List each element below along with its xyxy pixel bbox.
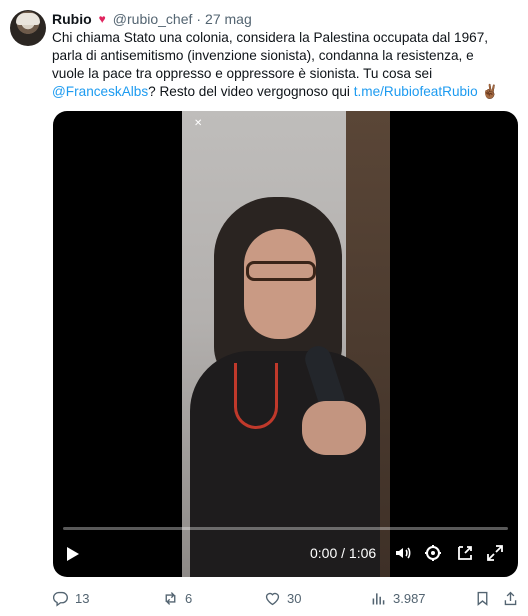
fullscreen-icon[interactable] xyxy=(485,543,505,563)
tweet-text: Chi chiama Stato una colonia, considera … xyxy=(52,29,518,101)
tweet-actions: 13 6 30 3.987 xyxy=(52,588,522,608)
reply-count: 13 xyxy=(75,590,90,606)
bookmark-button[interactable] xyxy=(474,588,491,608)
repost-icon xyxy=(165,591,176,605)
view-count: 3.987 xyxy=(393,590,426,606)
tweet-text-fragment: ? Resto del video vergognoso qui xyxy=(148,84,354,99)
repost-button[interactable]: 6 xyxy=(162,588,192,608)
separator: · xyxy=(196,11,202,27)
author-handle[interactable]: @rubio_chef xyxy=(113,11,193,27)
tweet-header: Rubio ♥ @rubio_chef · 27 mag xyxy=(52,10,252,28)
tweet-date[interactable]: 27 mag xyxy=(205,11,252,27)
picture-in-picture-icon[interactable] xyxy=(455,543,475,563)
tweet: Rubio ♥ @rubio_chef · 27 mag Chi chiama … xyxy=(0,0,528,616)
tweet-text-line: vuole la pace tra oppresso e oppressore … xyxy=(52,66,433,81)
video-controls: 0:00 / 1:06 xyxy=(53,537,518,571)
repost-count: 6 xyxy=(185,590,193,606)
bookmark-icon xyxy=(477,591,488,606)
heart-icon xyxy=(265,592,280,605)
video-time: 0:00 / 1:06 xyxy=(310,545,377,561)
like-button[interactable]: 30 xyxy=(264,588,301,608)
play-icon[interactable] xyxy=(67,547,79,561)
heart-badge-icon: ♥ xyxy=(98,12,106,26)
video-player[interactable]: ✕ 0:00 / 1:06 xyxy=(53,111,518,577)
views-button[interactable]: 3.987 xyxy=(370,588,426,608)
reply-icon xyxy=(52,591,68,607)
victory-hand-emoji: ✌🏾 xyxy=(481,84,499,99)
author-name[interactable]: Rubio xyxy=(52,11,92,27)
tweet-text-line: @FranceskAlbs? Resto del video vergognos… xyxy=(52,83,518,101)
volume-icon[interactable] xyxy=(393,543,413,563)
tweet-text-line: Chi chiama Stato una colonia, considera … xyxy=(52,30,489,45)
reply-button[interactable]: 13 xyxy=(52,588,89,608)
analytics-icon xyxy=(372,592,385,604)
share-icon xyxy=(504,591,517,605)
capcut-logo-icon: ✕ xyxy=(194,118,203,129)
share-button[interactable] xyxy=(502,588,519,608)
settings-icon[interactable] xyxy=(423,543,443,563)
video-frame: ✕ xyxy=(182,111,390,577)
tweet-text-line: parla di antisemitismo (invenzione sioni… xyxy=(52,48,474,63)
like-count: 30 xyxy=(287,590,302,606)
video-progress-bar[interactable] xyxy=(63,527,508,530)
mention-link[interactable]: @FranceskAlbs xyxy=(52,84,148,99)
external-link[interactable]: t.me/RubiofeatRubio xyxy=(354,84,478,99)
avatar[interactable] xyxy=(10,10,46,46)
